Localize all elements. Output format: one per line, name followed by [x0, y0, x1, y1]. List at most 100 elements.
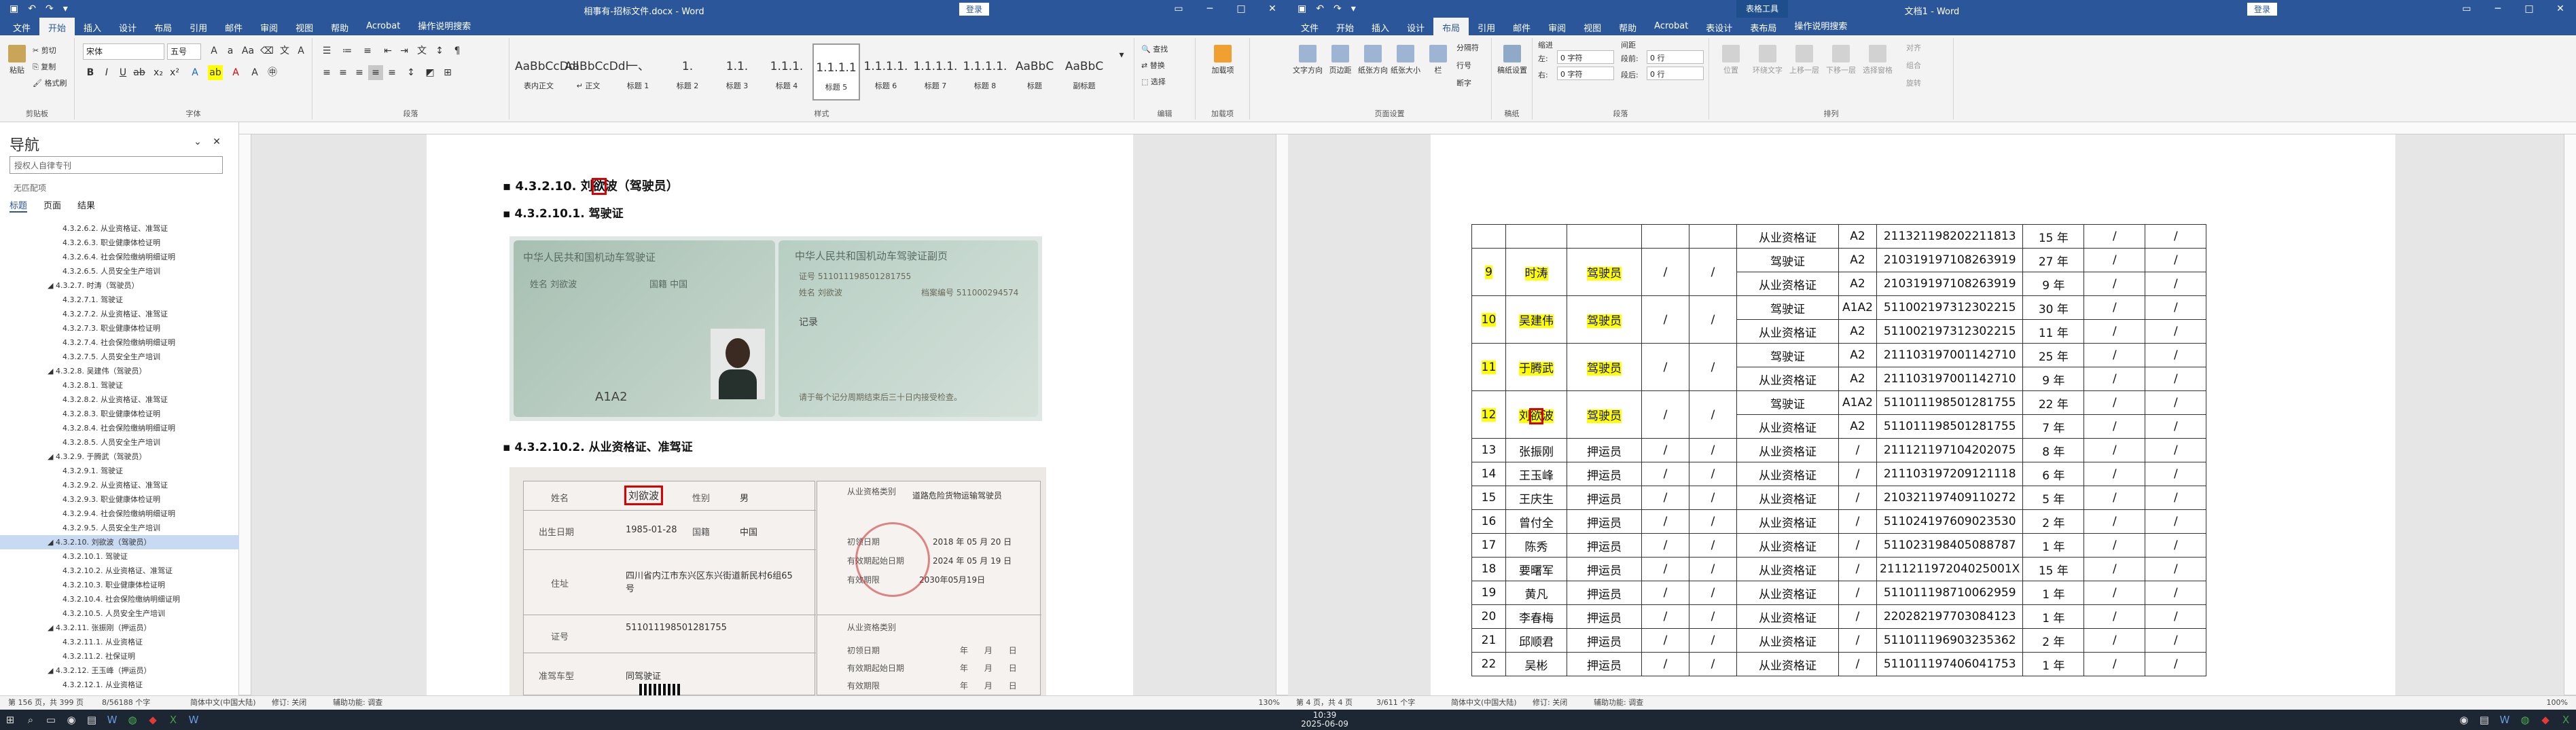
tab-5[interactable]: 引用: [181, 18, 216, 35]
layout-btn-1[interactable]: 页边距: [1325, 45, 1356, 75]
style-7[interactable]: 1.1.1.1. 标题 6: [862, 43, 910, 101]
break-btn-2[interactable]: 断字: [1456, 77, 1471, 88]
tab-0[interactable]: 文件: [1292, 18, 1327, 35]
space-before-field[interactable]: 0 行: [1647, 50, 1704, 64]
cell-no[interactable]: 16: [1471, 509, 1506, 534]
cell-name[interactable]: 要曙军: [1505, 557, 1567, 581]
cell-cls[interactable]: /: [1838, 652, 1877, 676]
cell-a[interactable]: /: [1641, 462, 1689, 486]
cell-cert[interactable]: 从业资格证: [1736, 652, 1839, 676]
undo-icon[interactable]: ↶: [28, 3, 36, 14]
cell-id[interactable]: 211103197001142710: [1876, 367, 2024, 391]
cell-c[interactable]: /: [2083, 343, 2146, 367]
style-9[interactable]: 1.1.1.1. 标题 8: [961, 43, 1009, 101]
increase-indent-icon[interactable]: ⇥: [397, 43, 412, 58]
collapse-arrow-icon[interactable]: ◢: [48, 367, 56, 376]
cell-no[interactable]: 12: [1471, 390, 1506, 439]
cell-d[interactable]: /: [2145, 486, 2207, 510]
tab-8[interactable]: 视图: [1575, 18, 1610, 35]
cell-name[interactable]: 于腾武: [1505, 343, 1567, 391]
undo-icon[interactable]: ↶: [1316, 3, 1324, 14]
break-btn-0[interactable]: 分隔符: [1456, 42, 1479, 53]
cell-no[interactable]: [1471, 224, 1506, 249]
tab-11[interactable]: 表设计: [1697, 18, 1741, 35]
cell-c[interactable]: /: [2083, 462, 2146, 486]
distribute-icon[interactable]: ≡: [384, 65, 399, 80]
cell-role[interactable]: 驾驶员: [1567, 248, 1642, 296]
excel-icon-2[interactable]: X: [2556, 710, 2576, 730]
cell-yrs[interactable]: 9 年: [2022, 367, 2085, 391]
nav-close-icon[interactable]: ✕: [209, 134, 224, 149]
cell-b[interactable]: /: [1689, 390, 1737, 439]
cell-id[interactable]: 210319197108263919: [1876, 272, 2024, 296]
tab-4[interactable]: 布局: [145, 18, 181, 35]
char-border-icon[interactable]: A: [293, 43, 308, 58]
cell-c[interactable]: /: [2083, 367, 2146, 391]
cell-yrs[interactable]: 5 年: [2022, 486, 2085, 510]
format-painter-button[interactable]: 🖌 格式刷: [33, 77, 67, 88]
cell-c[interactable]: /: [2083, 414, 2146, 439]
cell-cls[interactable]: /: [1838, 533, 1877, 558]
clock[interactable]: 10:39 2025-06-09: [1301, 711, 1357, 729]
cell-b[interactable]: /: [1689, 628, 1737, 653]
find-button[interactable]: 🔍 查找: [1141, 43, 1168, 54]
tab-6[interactable]: 邮件: [1504, 18, 1539, 35]
line-spacing-icon[interactable]: ↕: [404, 65, 418, 80]
nav-item[interactable]: 4.3.2.9.1. 驾驶证: [0, 464, 239, 478]
collapse-arrow-icon[interactable]: ◢: [48, 623, 56, 632]
style-0[interactable]: AaBbCcDdl 表内正文: [515, 43, 579, 101]
cell-yrs[interactable]: 2 年: [2022, 509, 2085, 534]
enclose-char-icon[interactable]: ㊥: [265, 65, 280, 80]
nav-item[interactable]: 4.3.2.6.2. 从业资格证、准驾证: [0, 221, 239, 236]
cell-cls[interactable]: A2: [1838, 367, 1877, 391]
cell-a[interactable]: /: [1641, 343, 1689, 391]
status-language[interactable]: 简体中文(中国大陆): [190, 696, 256, 710]
cell-name[interactable]: 黄凡: [1505, 581, 1567, 605]
collapse-arrow-icon[interactable]: ◢: [48, 538, 56, 547]
cell-name[interactable]: 张振刚: [1505, 438, 1567, 462]
cell-a[interactable]: /: [1641, 248, 1689, 296]
nav-item[interactable]: 4.3.2.9.2. 从业资格证、准驾证: [0, 478, 239, 492]
layout-btn-2[interactable]: 纸张方向: [1357, 45, 1389, 75]
cell-cls[interactable]: A2: [1838, 319, 1877, 344]
status-track[interactable]: 修订: 关闭: [272, 696, 306, 710]
task-view-icon[interactable]: ▭: [41, 710, 61, 730]
login-button-right[interactable]: 登录: [2247, 3, 2277, 16]
cell-c[interactable]: /: [2083, 319, 2146, 344]
cell-a[interactable]: /: [1641, 652, 1689, 676]
cell-no[interactable]: 14: [1471, 462, 1506, 486]
cell-cert[interactable]: 从业资格证: [1736, 224, 1839, 249]
font-color-icon[interactable]: A: [228, 65, 243, 80]
tab-9[interactable]: 帮助: [322, 18, 357, 35]
cell-a[interactable]: /: [1641, 509, 1689, 534]
cell-role[interactable]: 驾驶员: [1567, 343, 1642, 391]
text-effects-icon[interactable]: A: [187, 65, 202, 80]
minimize-icon[interactable]: ─: [1194, 0, 1226, 18]
ribbon-options-icon[interactable]: ▭: [2451, 0, 2482, 18]
cell-d[interactable]: /: [2145, 319, 2207, 344]
nav-item[interactable]: 4.3.2.6.5. 人员安全生产培训: [0, 264, 239, 278]
status-accessibility[interactable]: 辅助功能: 调查: [333, 696, 382, 710]
cell-c[interactable]: /: [2083, 390, 2146, 415]
cell-cert[interactable]: 从业资格证: [1736, 414, 1839, 439]
cell-yrs[interactable]: 7 年: [2022, 414, 2085, 439]
cell-role[interactable]: 押运员: [1567, 581, 1642, 605]
nav-item[interactable]: 4.3.2.10.5. 人员安全生产培训: [0, 606, 239, 621]
clear-format-icon[interactable]: ⌫: [260, 43, 274, 58]
cell-d[interactable]: /: [2145, 509, 2207, 534]
show-marks-icon[interactable]: ¶: [450, 43, 465, 58]
close-icon[interactable]: ✕: [2545, 0, 2576, 18]
cell-cert[interactable]: 从业资格证: [1736, 319, 1839, 344]
underline-icon[interactable]: U: [115, 65, 130, 80]
explorer-icon-2[interactable]: ▤: [2474, 710, 2494, 730]
cell-a[interactable]: [1641, 224, 1689, 249]
numbering-icon[interactable]: ≔: [340, 43, 355, 58]
nav-item[interactable]: 4.3.2.8.1. 驾驶证: [0, 378, 239, 393]
cell-id[interactable]: 511011198501281755: [1876, 390, 2024, 415]
align-left-icon[interactable]: ≡: [319, 65, 334, 80]
cell-no[interactable]: 15: [1471, 486, 1506, 510]
cell-cls[interactable]: /: [1838, 462, 1877, 486]
cell-name[interactable]: 王玉峰: [1505, 462, 1567, 486]
status-language[interactable]: 简体中文(中国大陆): [1451, 696, 1517, 710]
cell-id[interactable]: 211103197209121118: [1876, 462, 2024, 486]
